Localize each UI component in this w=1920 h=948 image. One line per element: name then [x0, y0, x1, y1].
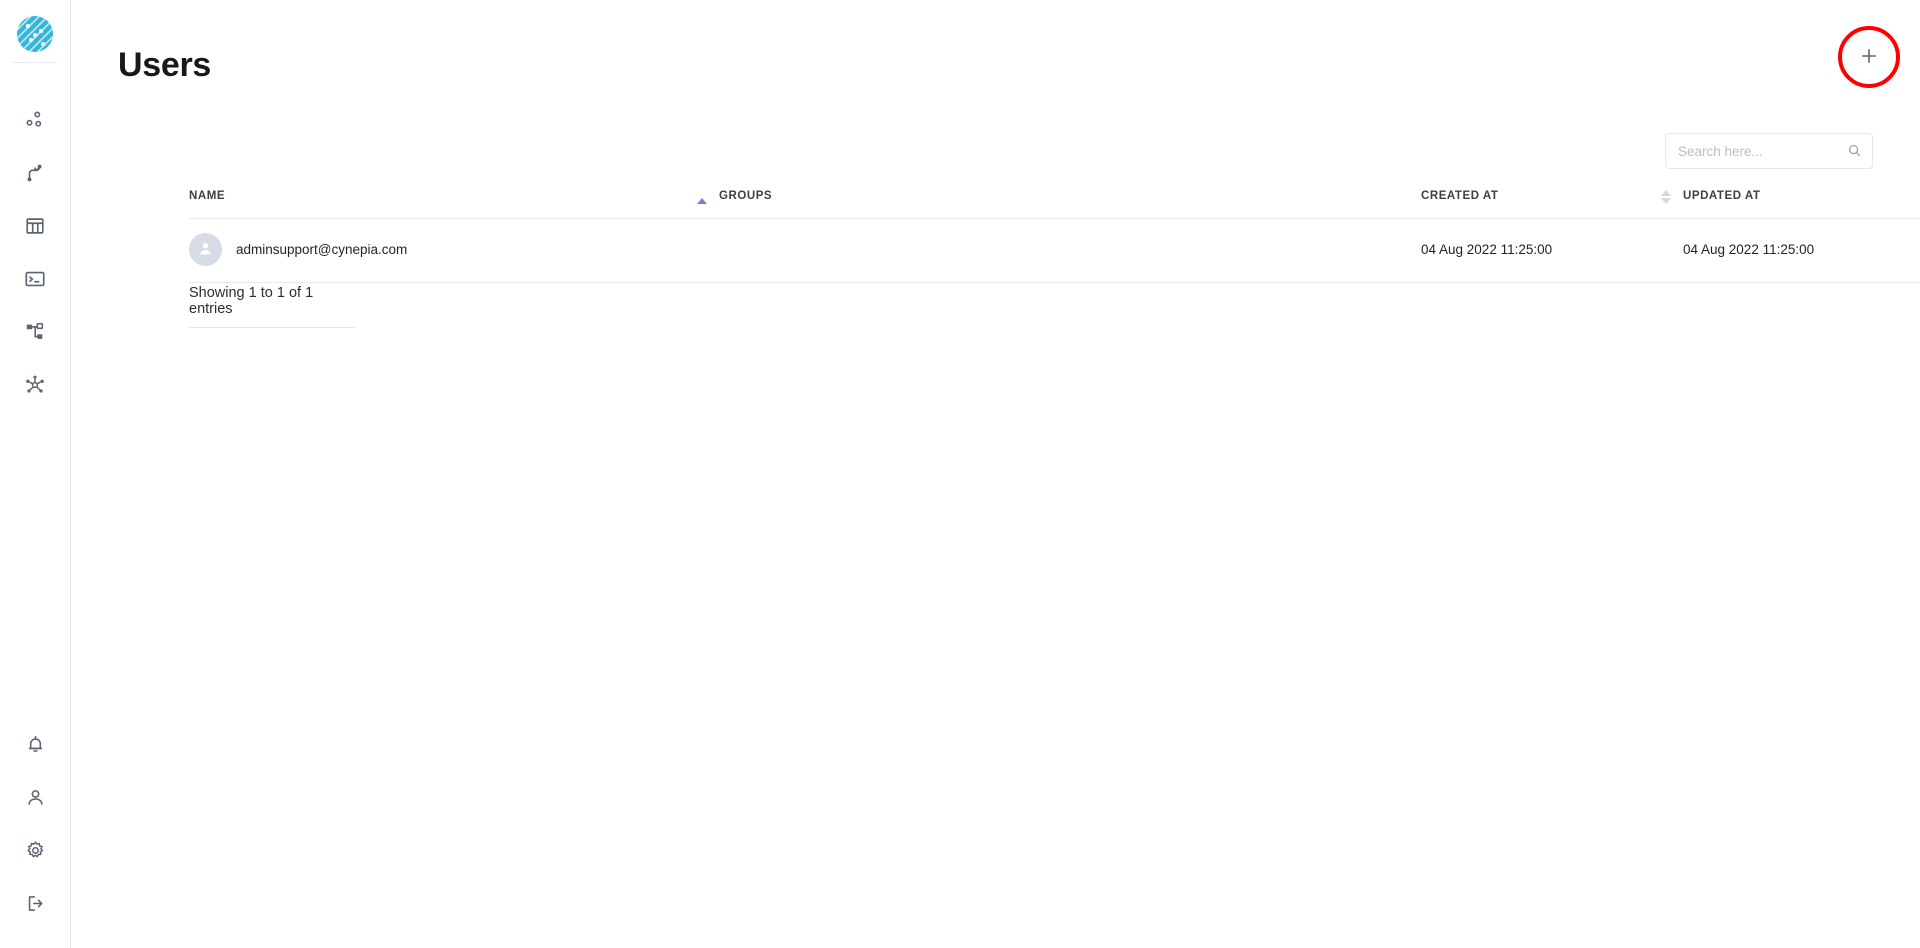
column-header-name[interactable]: NAME: [189, 190, 719, 219]
users-page: Users Search here... NAME GROUPS CREATED…: [0, 0, 1920, 948]
sidebar-nav-top: [0, 93, 71, 411]
sidebar-item-workflows[interactable]: [0, 305, 71, 358]
column-label-name: NAME: [189, 190, 226, 202]
bell-icon: [25, 734, 46, 755]
network-graph-icon: [24, 374, 46, 396]
pipeline-flow-icon: [24, 162, 46, 184]
cell-updated-at: 04 Aug 2022 11:25:00: [1683, 218, 1920, 283]
sidebar-item-pipelines[interactable]: [0, 146, 71, 199]
cell-name: adminsupport@cynepia.com: [189, 218, 719, 283]
person-icon: [25, 787, 46, 808]
sidebar-item-console[interactable]: [0, 252, 71, 305]
logo-divider: [13, 62, 57, 63]
gear-icon: [25, 840, 46, 861]
sidebar-item-logout[interactable]: [0, 877, 71, 930]
table-body: adminsupport@cynepia.com 04 Aug 2022 11:…: [189, 218, 1920, 283]
search-row: [1665, 133, 1873, 169]
add-user-button-container: [1834, 22, 1904, 92]
user-avatar-icon: [196, 239, 215, 261]
cell-groups: [719, 218, 1421, 283]
column-header-updated-at[interactable]: UPDATED AT: [1683, 190, 1920, 219]
column-label-updated-at: UPDATED AT: [1683, 190, 1761, 202]
sidebar-item-clusters[interactable]: [0, 93, 71, 146]
sort-indicator-created-at[interactable]: [1661, 190, 1671, 204]
sidebar-item-notifications[interactable]: [0, 718, 71, 771]
entries-underline: [189, 327, 355, 328]
sidebar: [0, 0, 71, 948]
column-label-created-at: CREATED AT: [1421, 190, 1499, 202]
column-header-groups[interactable]: GROUPS: [719, 190, 1421, 219]
column-label-groups: GROUPS: [719, 190, 773, 202]
table-grid-icon: [24, 215, 46, 237]
table-footer: Showing 1 to 1 of 1 entries: [189, 285, 359, 328]
logout-icon: [25, 893, 46, 914]
page-title: Users: [118, 46, 212, 84]
avatar: [189, 233, 222, 266]
main-content: Users Search here... NAME GROUPS CREATED…: [71, 0, 1920, 948]
cluster-nodes-icon: [24, 109, 46, 131]
sort-indicator-name[interactable]: [697, 198, 707, 204]
column-header-created-at[interactable]: CREATED AT: [1421, 190, 1683, 219]
table-header-row: NAME GROUPS CREATED AT UPDATED AT: [189, 190, 1920, 219]
users-table: NAME GROUPS CREATED AT UPDATED AT admins…: [189, 190, 1920, 283]
terminal-icon: [24, 268, 46, 290]
page-header: Users: [118, 30, 1873, 100]
app-logo[interactable]: [0, 0, 71, 62]
sidebar-item-account[interactable]: [0, 771, 71, 824]
search-icon[interactable]: [1847, 143, 1862, 158]
table-head: NAME GROUPS CREATED AT UPDATED AT: [189, 190, 1920, 219]
table-row[interactable]: adminsupport@cynepia.com 04 Aug 2022 11:…: [189, 218, 1920, 283]
sidebar-nav-bottom: [0, 718, 71, 930]
cell-created-at: 04 Aug 2022 11:25:00: [1421, 218, 1683, 283]
sidebar-item-tables[interactable]: [0, 199, 71, 252]
search-box[interactable]: [1665, 133, 1873, 169]
search-input[interactable]: [1666, 134, 1872, 168]
sitemap-icon: [24, 321, 46, 343]
add-user-button[interactable]: [1847, 35, 1891, 79]
sidebar-item-settings[interactable]: [0, 824, 71, 877]
plus-icon: [1858, 45, 1880, 70]
cynepia-logo-icon: [17, 16, 53, 52]
user-email: adminsupport@cynepia.com: [236, 242, 408, 257]
sidebar-item-network[interactable]: [0, 358, 71, 411]
entries-count-text: Showing 1 to 1 of 1 entries: [189, 285, 314, 317]
user-cell: adminsupport@cynepia.com: [189, 233, 719, 266]
users-table-container: NAME GROUPS CREATED AT UPDATED AT admins…: [189, 190, 1920, 283]
